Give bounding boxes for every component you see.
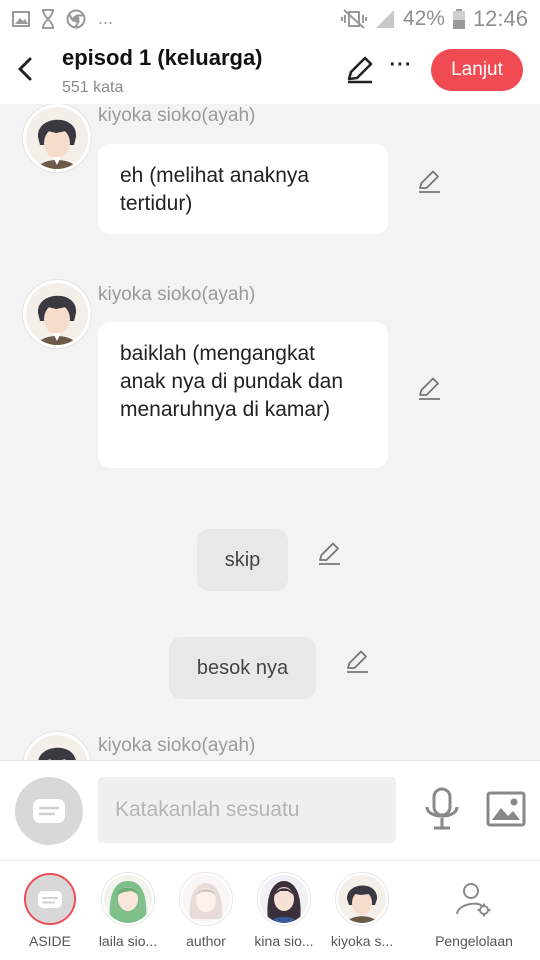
character-label: kina sio... (254, 933, 314, 949)
avatar (180, 873, 232, 925)
chrome-icon (66, 9, 86, 28)
character-kina[interactable]: kina sio... (244, 873, 324, 949)
character-label: kiyoka s... (330, 933, 394, 949)
clock: 12:46 (472, 6, 528, 31)
next-button[interactable]: Lanjut (431, 49, 523, 91)
character-name: kiyoka sioko(ayah) (98, 284, 256, 305)
avatar (102, 873, 154, 925)
narration-bubble[interactable]: besok nya (169, 637, 316, 699)
edit-message-icon[interactable] (416, 168, 442, 194)
character-author[interactable]: author (166, 873, 246, 949)
hourglass-icon (42, 8, 54, 29)
character-tray: ASIDE laila sio... author kina sio... ki… (0, 860, 540, 960)
message-bubble[interactable]: baiklah (mengangkat anak nya di pundak d… (98, 322, 388, 468)
status-overflow: ... (98, 8, 114, 28)
edit-message-icon[interactable] (316, 540, 342, 566)
avatar (258, 873, 310, 925)
mute-vibrate-icon (340, 9, 367, 29)
character-avatar[interactable] (23, 732, 91, 760)
signal-icon (375, 10, 394, 28)
chat-bubble-icon (26, 875, 74, 923)
battery-percent: 42% (402, 7, 445, 30)
status-right: 42% 12:46 (340, 6, 528, 32)
edit-message-icon[interactable] (416, 375, 442, 401)
character-avatar[interactable] (23, 280, 91, 348)
status-left-icons: ... (12, 8, 113, 29)
character-name: kiyoka sioko(ayah) (98, 105, 256, 126)
input-bar (0, 760, 540, 860)
gallery-icon (12, 10, 30, 27)
user-settings-icon (448, 873, 500, 925)
character-name: kiyoka sioko(ayah) (98, 735, 256, 756)
chat-bubble-icon (33, 799, 65, 823)
character-label: laila sio... (98, 933, 158, 949)
edit-message-icon[interactable] (344, 648, 370, 674)
message-bubble[interactable]: eh (melihat anaknya tertidur) (98, 144, 388, 234)
chat-area[interactable]: kiyoka sioko(ayah) eh (melihat anaknya t… (0, 104, 540, 760)
header: episod 1 (keluarga) 551 kata ··· Lanjut (0, 38, 540, 104)
avatar (336, 873, 388, 925)
image-icon[interactable] (486, 791, 526, 827)
microphone-icon[interactable] (422, 787, 462, 831)
pencil-icon[interactable] (344, 54, 376, 84)
manage-characters-button[interactable]: Pengelolaan (426, 873, 522, 949)
chevron-left-icon[interactable] (10, 52, 40, 86)
more-menu-button[interactable]: ··· (386, 50, 416, 80)
character-kiyoka[interactable]: kiyoka s... (322, 873, 402, 949)
status-bar: ... 42% 12:46 (0, 0, 540, 38)
battery-icon (452, 9, 465, 29)
aside-avatar (24, 873, 76, 925)
character-label: Pengelolaan (435, 933, 513, 949)
character-aside[interactable]: ASIDE (10, 873, 90, 949)
message-input[interactable] (98, 777, 396, 843)
character-laila[interactable]: laila sio... (88, 873, 168, 949)
page-title: episod 1 (keluarga) (62, 45, 263, 70)
narration-bubble[interactable]: skip (197, 529, 288, 591)
word-count: 551 kata (62, 79, 124, 96)
character-label: author (186, 933, 226, 949)
character-label: ASIDE (28, 933, 71, 949)
character-avatar[interactable] (23, 104, 91, 172)
aside-toggle-button[interactable] (15, 777, 83, 845)
